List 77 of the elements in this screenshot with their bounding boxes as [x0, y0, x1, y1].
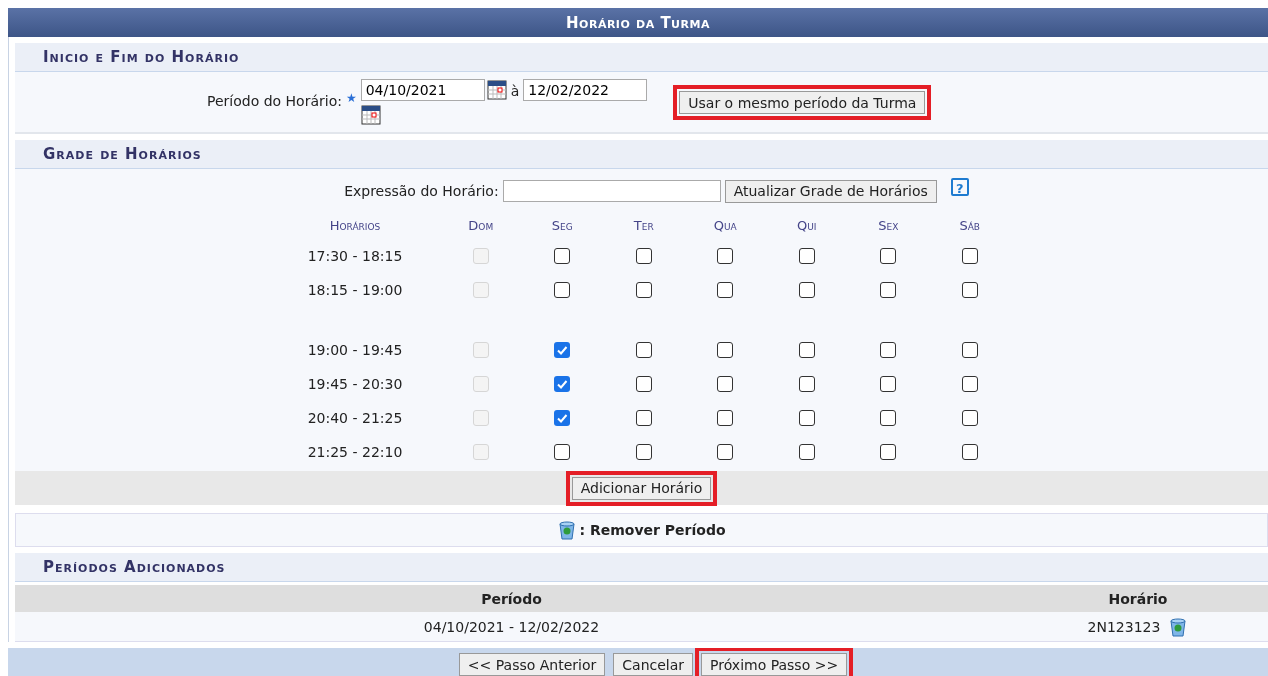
checkbox[interactable] — [880, 444, 897, 460]
checkbox[interactable] — [798, 444, 815, 460]
checkbox[interactable] — [717, 444, 734, 460]
step-button[interactable]: Cancelar — [613, 653, 694, 676]
field-label: Expressão do Horário: — [344, 183, 499, 199]
checkbox[interactable] — [554, 342, 571, 358]
checkbox[interactable] — [961, 282, 978, 298]
step-button[interactable]: << Passo Anterior — [458, 653, 606, 676]
time-slot: 18:15 - 19:00 — [307, 273, 403, 307]
time-slot: 21:25 - 22:10 — [307, 435, 403, 469]
checkbox[interactable] — [798, 410, 815, 426]
checkbox[interactable] — [635, 342, 652, 358]
time-slot: 20:40 - 21:25 — [307, 401, 403, 435]
checkbox[interactable] — [717, 410, 734, 426]
time-slot: 19:45 - 20:30 — [307, 367, 403, 401]
time-slot: 17:30 - 18:15 — [307, 239, 403, 273]
day-header: Sáb — [959, 217, 981, 235]
checkbox[interactable] — [961, 342, 978, 358]
checkbox[interactable] — [717, 248, 734, 264]
checkbox[interactable] — [798, 342, 815, 358]
table-cell: 04/10/2021 - 12/02/2022 — [423, 618, 600, 635]
section-heading: Períodos Adicionados — [15, 553, 1268, 582]
expression-field[interactable] — [502, 180, 721, 202]
help-button[interactable]: ? — [950, 178, 969, 196]
checkbox[interactable] — [635, 444, 652, 460]
checkbox[interactable] — [554, 444, 571, 460]
checkbox[interactable] — [635, 410, 652, 426]
checkbox[interactable] — [961, 376, 978, 392]
column-header: Horário — [1108, 590, 1168, 607]
checkbox[interactable] — [635, 282, 652, 298]
checkbox[interactable] — [554, 282, 571, 298]
field-label: Período do Horário: — [207, 93, 342, 109]
day-header: Ter — [633, 217, 654, 235]
page-title: Horário da Turma — [8, 8, 1268, 37]
section-heading: Inicio e Fim do Horário — [15, 43, 1268, 72]
add-schedule-button[interactable]: Adicionar Horário — [571, 476, 712, 500]
checkbox[interactable] — [880, 248, 897, 264]
section-heading: Grade de Horários — [15, 140, 1268, 169]
checkbox[interactable] — [880, 410, 897, 426]
column-header: Horários — [329, 217, 381, 235]
checkbox[interactable] — [635, 376, 652, 392]
same-period-button[interactable]: Usar o mesmo período da Turma — [679, 91, 926, 114]
step-button[interactable]: Próximo Passo >> — [701, 653, 848, 676]
trash-icon[interactable] — [557, 520, 578, 540]
checkbox[interactable] — [717, 282, 734, 298]
table-cell: 2N123123 — [1087, 618, 1161, 635]
checkbox[interactable] — [961, 410, 978, 426]
trash-icon[interactable] — [1168, 616, 1189, 637]
checkbox[interactable] — [554, 248, 571, 264]
checkbox[interactable] — [554, 376, 571, 392]
checkbox[interactable] — [798, 376, 815, 392]
checkbox[interactable] — [798, 282, 815, 298]
calendar-icon[interactable] — [360, 105, 381, 125]
checkbox[interactable] — [717, 342, 734, 358]
day-header: Dom — [468, 217, 494, 235]
update-grid-button[interactable]: Atualizar Grade de Horários — [724, 179, 937, 203]
day-header: Seg — [551, 217, 573, 235]
separator-text: à — [510, 83, 520, 99]
legend-text: : Remover Período — [579, 522, 726, 538]
start-date-field[interactable]: 04/10/2021 — [360, 79, 485, 101]
checkbox[interactable] — [635, 248, 652, 264]
checkbox[interactable] — [880, 376, 897, 392]
checkbox[interactable] — [717, 376, 734, 392]
day-header: Sex — [878, 217, 899, 235]
end-date-field[interactable]: 12/02/2022 — [523, 79, 648, 101]
calendar-icon[interactable] — [486, 80, 507, 100]
time-slot: 19:00 - 19:45 — [307, 333, 403, 367]
column-header: Período — [481, 590, 542, 607]
checkbox[interactable] — [798, 248, 815, 264]
checkbox[interactable] — [961, 444, 978, 460]
checkbox[interactable] — [554, 410, 571, 426]
checkbox[interactable] — [880, 342, 897, 358]
checkbox[interactable] — [961, 248, 978, 264]
day-header: Qua — [713, 217, 737, 235]
required-icon: ★ — [345, 91, 357, 105]
day-header: Qui — [797, 217, 817, 235]
checkbox[interactable] — [880, 282, 897, 298]
